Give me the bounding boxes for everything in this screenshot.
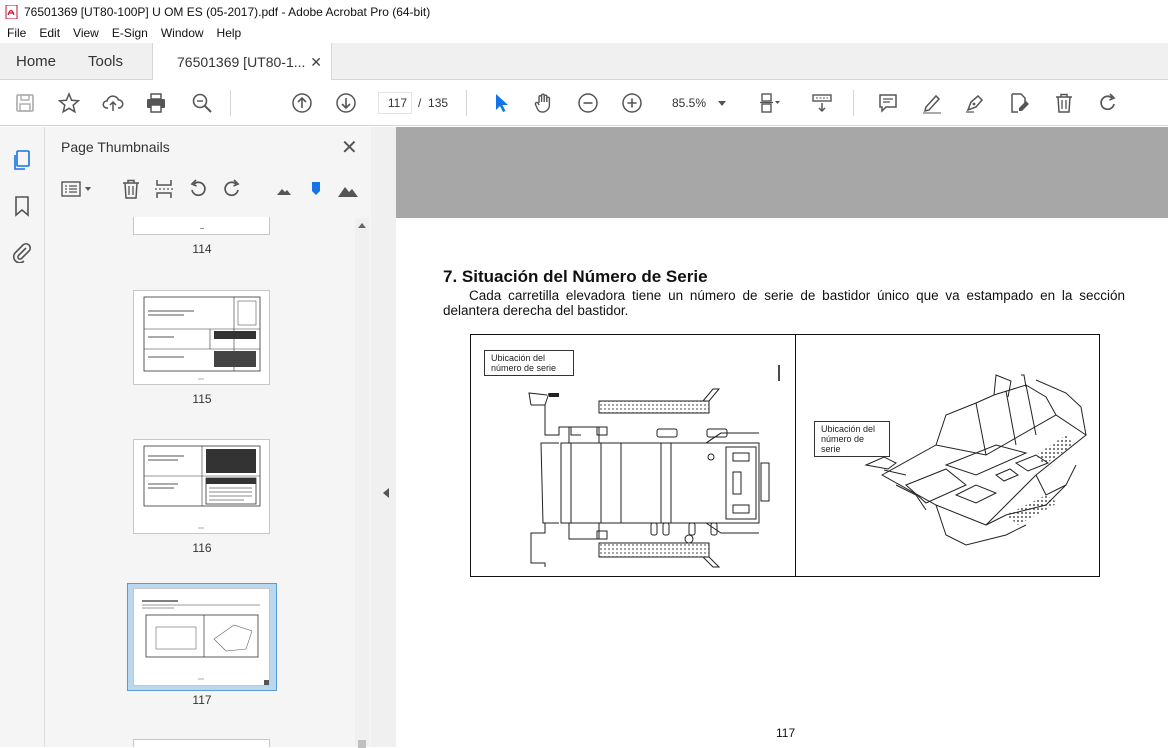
- window-title: 76501369 [UT80-100P] U OM ES (05-2017).p…: [24, 4, 431, 19]
- page-thumbnail-114[interactable]: [133, 217, 270, 235]
- thumb-footer: [200, 228, 204, 229]
- page-thumbnail-118[interactable]: [133, 739, 270, 747]
- document-view[interactable]: 7. Situación del Número de Serie Cada ca…: [396, 127, 1168, 747]
- thumbnail-list: 114 115 116 117: [45, 217, 357, 747]
- acrobat-pdf-icon: [5, 4, 18, 19]
- page-thumbnail-117[interactable]: [133, 588, 270, 686]
- close-icon[interactable]: ✕: [341, 135, 358, 160]
- thumbnail-size-slider-icon[interactable]: [305, 178, 327, 200]
- main-toolbar: 117 / 135 85.5%: [0, 80, 1168, 126]
- menu-view[interactable]: View: [66, 26, 105, 40]
- thumbnail-preview: [143, 445, 261, 529]
- collapse-panel-icon[interactable]: [383, 488, 389, 498]
- thumbnail-options-icon[interactable]: [60, 178, 94, 200]
- thumbnail-toolbar: [45, 174, 371, 206]
- next-page-icon[interactable]: [334, 91, 358, 115]
- zoom-level: 85.5%: [672, 96, 707, 110]
- page-display-icon[interactable]: [757, 91, 781, 115]
- bookmark-star-icon[interactable]: [57, 91, 81, 115]
- menu-help[interactable]: Help: [210, 26, 248, 40]
- thumbnail-label-116: 116: [192, 541, 212, 555]
- title-bar: 76501369 [UT80-100P] U OM ES (05-2017).p…: [0, 0, 1168, 23]
- thumbnail-label-115: 115: [192, 392, 212, 406]
- panel-splitter[interactable]: [371, 127, 396, 747]
- bookmark-icon[interactable]: [11, 195, 33, 217]
- thumbnail-preview: [142, 600, 269, 685]
- tab-home[interactable]: Home: [16, 43, 56, 80]
- toolbar-divider: [230, 90, 231, 116]
- zoom-out-icon[interactable]: [576, 91, 600, 115]
- tab-bar: Home Tools 76501369 [UT80-1... ✕: [0, 43, 1168, 81]
- cloud-upload-icon[interactable]: [101, 91, 125, 115]
- thumbnails-panel: Page Thumbnails ✕ 114 115 116 117: [45, 127, 371, 747]
- attachment-paperclip-icon[interactable]: [11, 241, 33, 263]
- tab-document-label: 76501369 [UT80-1...: [177, 54, 306, 70]
- page-gap-background: [396, 127, 1168, 218]
- highlight-pen-icon[interactable]: [920, 91, 944, 115]
- toolbar-divider: [853, 90, 854, 116]
- left-nav-strip: [0, 127, 45, 747]
- thumbnail-size-large-icon[interactable]: [337, 178, 359, 200]
- total-pages: 135: [428, 96, 449, 110]
- thumbnail-scrollbar[interactable]: [355, 218, 369, 748]
- menu-esign[interactable]: E-Sign: [105, 26, 154, 40]
- thumbnail-label-117: 117: [192, 693, 212, 707]
- page-thumbnails-icon[interactable]: [11, 149, 33, 171]
- redo-rotate-icon[interactable]: [1096, 91, 1120, 115]
- print-icon[interactable]: [144, 91, 168, 115]
- thumbnail-label-114: 114: [192, 242, 212, 256]
- delete-page-icon[interactable]: [120, 178, 142, 200]
- rotate-counterclockwise-icon[interactable]: [187, 178, 209, 200]
- scroll-up-icon[interactable]: [358, 223, 366, 228]
- thumbnail-preview: [143, 296, 261, 380]
- page-count: / 135: [418, 96, 448, 110]
- page-thumbnail-116[interactable]: [133, 439, 270, 534]
- menu-edit[interactable]: Edit: [32, 26, 66, 40]
- menu-file[interactable]: File: [0, 26, 32, 40]
- page-number-input[interactable]: 117: [378, 92, 412, 114]
- zoom-in-icon[interactable]: [620, 91, 644, 115]
- page-separator: /: [418, 96, 422, 110]
- toolbar-divider: [466, 90, 467, 116]
- edit-document-icon[interactable]: [1007, 91, 1031, 115]
- rotate-clockwise-icon[interactable]: [221, 178, 243, 200]
- comment-icon[interactable]: [876, 91, 900, 115]
- save-icon[interactable]: [13, 91, 37, 115]
- scroll-mode-icon[interactable]: [810, 91, 834, 115]
- thumbnail-size-small-icon[interactable]: [273, 178, 295, 200]
- panel-title: Page Thumbnails: [61, 139, 170, 155]
- select-cursor-icon[interactable]: [489, 91, 513, 115]
- hand-tool-icon[interactable]: [532, 91, 556, 115]
- extract-pages-icon[interactable]: [153, 178, 175, 200]
- chevron-down-icon: [718, 101, 726, 106]
- previous-page-icon[interactable]: [290, 91, 314, 115]
- zoom-level-dropdown[interactable]: 85.5%: [664, 92, 734, 114]
- delete-trash-icon[interactable]: [1052, 91, 1076, 115]
- serial-location-callout-left: Ubicación del número de serie: [484, 350, 574, 376]
- menu-window[interactable]: Window: [154, 26, 210, 40]
- zoom-search-icon[interactable]: [190, 91, 214, 115]
- sign-pen-icon[interactable]: [963, 91, 987, 115]
- serial-number-figure: Ubicación del número de serie Ubicación …: [470, 334, 1100, 577]
- tab-close-icon[interactable]: ✕: [310, 54, 322, 71]
- page-thumbnail-115[interactable]: [133, 290, 270, 385]
- tab-document[interactable]: 76501369 [UT80-1... ✕: [152, 43, 332, 81]
- section-heading: 7. Situación del Número de Serie: [443, 267, 708, 286]
- page-footer-number: 117: [776, 726, 796, 740]
- section-paragraph: Cada carretilla elevadora tiene un númer…: [443, 288, 1125, 318]
- serial-location-callout-right: Ubicación del número de serie: [814, 421, 890, 457]
- tab-tools[interactable]: Tools: [88, 43, 123, 80]
- menu-bar: File Edit View E-Sign Window Help: [0, 23, 1168, 43]
